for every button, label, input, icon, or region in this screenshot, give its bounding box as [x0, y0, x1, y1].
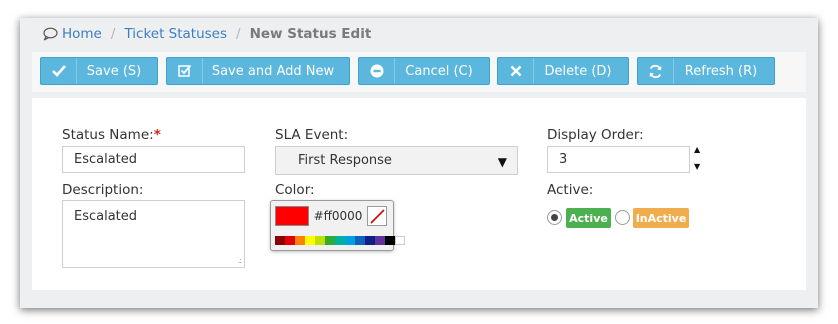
palette-swatch[interactable]: [375, 236, 385, 245]
save-and-add-new-button[interactable]: Save and Add New: [166, 57, 350, 85]
palette-swatch[interactable]: [325, 236, 335, 245]
status-form: Status Name:* Escalated SLA Event: First…: [32, 98, 806, 290]
palette-swatch[interactable]: [305, 236, 315, 245]
color-picker[interactable]: #ff0000: [270, 200, 405, 251]
active-label: Active:: [547, 182, 594, 198]
page-frame: Home / Ticket Statuses / New Status Edit…: [20, 18, 818, 308]
palette-swatch[interactable]: [275, 236, 285, 245]
palette-swatch[interactable]: [315, 236, 325, 245]
chat-bubble-icon: [43, 27, 58, 41]
resize-grip-icon[interactable]: .:: [238, 256, 242, 265]
sla-event-label: SLA Event:: [275, 127, 349, 143]
status-name-input[interactable]: Escalated: [62, 146, 245, 173]
color-label: Color:: [275, 182, 315, 198]
breadcrumb-separator: /: [236, 26, 241, 42]
palette-swatch[interactable]: [345, 236, 355, 245]
current-color-swatch[interactable]: [275, 206, 309, 226]
breadcrumb: Home / Ticket Statuses / New Status Edit: [42, 25, 371, 43]
save-button[interactable]: Save (S): [40, 57, 158, 85]
inactive-badge[interactable]: InActive: [633, 208, 689, 228]
clear-color-icon[interactable]: [367, 206, 387, 226]
palette-swatch[interactable]: [365, 236, 375, 245]
refresh-icon: [638, 58, 674, 84]
cancel-button[interactable]: Cancel (C): [358, 57, 490, 85]
delete-button[interactable]: Delete (D): [497, 57, 629, 85]
toolbar: Save (S) Save and Add New Cancel (C) Del…: [32, 52, 806, 92]
description-textarea[interactable]: Escalated .:: [62, 200, 245, 268]
active-radio[interactable]: [547, 210, 562, 225]
breadcrumb-home-link[interactable]: Home: [62, 26, 102, 42]
palette-swatch[interactable]: [335, 236, 345, 245]
description-label: Description:: [62, 182, 144, 198]
breadcrumb-ticket-statuses-link[interactable]: Ticket Statuses: [124, 26, 227, 42]
required-marker: *: [153, 127, 161, 143]
status-name-label: Status Name:*: [62, 127, 161, 143]
inactive-radio[interactable]: [615, 210, 630, 225]
breadcrumb-current: New Status Edit: [249, 26, 372, 42]
palette-swatch[interactable]: [285, 236, 295, 245]
spinner-down-icon[interactable]: ▼: [694, 163, 700, 171]
active-badge[interactable]: Active: [566, 208, 611, 228]
checkbox-icon: [167, 58, 203, 84]
delete-button-label: Delete (D): [544, 63, 612, 79]
checkmark-icon: [41, 58, 77, 84]
refresh-button-label: Refresh (R): [684, 63, 758, 79]
dropdown-arrow-icon: ▼: [497, 155, 507, 169]
sla-event-selected-value: First Response: [298, 153, 392, 168]
cancel-button-label: Cancel (C): [405, 63, 473, 79]
save-and-add-new-button-label: Save and Add New: [211, 63, 335, 79]
spinner-up-icon[interactable]: ▲: [694, 146, 700, 154]
palette-swatch[interactable]: [355, 236, 365, 245]
palette-swatch[interactable]: [385, 236, 395, 245]
minus-circle-icon: [359, 58, 395, 84]
display-order-input[interactable]: 3: [547, 146, 690, 173]
color-hex-value[interactable]: #ff0000: [311, 206, 365, 226]
color-palette: [275, 236, 405, 245]
description-text: Escalated: [74, 209, 138, 224]
palette-swatch[interactable]: [295, 236, 305, 245]
save-button-label: Save (S): [86, 63, 142, 79]
breadcrumb-separator: /: [110, 26, 116, 42]
sla-event-select[interactable]: First Response ▼: [275, 146, 518, 175]
display-order-label: Display Order:: [547, 127, 644, 143]
refresh-button[interactable]: Refresh (R): [637, 57, 775, 85]
palette-swatch[interactable]: [395, 236, 405, 245]
close-icon: [498, 58, 534, 84]
